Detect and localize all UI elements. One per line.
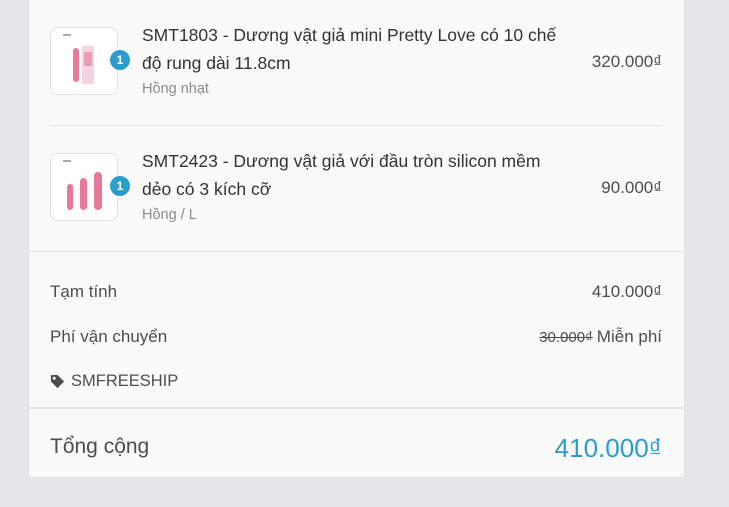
subtotal-value: 410.000₫ [591,282,662,301]
tag-icon [50,374,65,389]
product-item: 1 SMT1803 - Dương vật giả mini Pretty Lo… [50,0,662,125]
product-thumbnail: 1 [50,153,132,221]
product-item: 1 SMT2423 - Dương vật giả với đầu tròn s… [50,125,662,251]
shipping-original-price: 30.000₫ [539,329,593,346]
product-price: 90.000₫ [601,178,662,197]
shipping-value-group: 30.000₫ Miễn phí [539,327,662,347]
order-summary-panel: 1 SMT1803 - Dương vật giả mini Pretty Lo… [28,0,685,478]
total-label: Tổng cộng [50,435,150,458]
subtotal-label: Tạm tính [50,282,118,301]
product-image-icon [63,34,94,84]
product-name: SMT2423 - Dương vật giả với đầu tròn sil… [142,151,541,199]
product-name: SMT1803 - Dương vật giả mini Pretty Love… [142,25,557,73]
price-summary: Tạm tính 410.000₫ Phí vận chuyển 30.000₫… [29,251,684,407]
product-variant: Hồng / L [142,207,197,223]
product-thumbnail: 1 [50,27,132,95]
product-image-icon [63,160,102,210]
quantity-badge: 1 [108,174,132,198]
shipping-label: Phí vận chuyển [50,327,168,346]
discount-code: SMFREESHIP [50,372,178,391]
shipping-value: Miễn phí [596,327,662,346]
total-value: 410.000₫ [554,433,662,463]
product-variant: Hồng nhạt [142,81,209,97]
quantity-badge: 1 [108,48,132,72]
total-row: Tổng cộng 410.000₫ [29,407,684,478]
discount-code-text: SMFREESHIP [71,372,179,390]
product-price: 320.000₫ [591,52,662,71]
product-list: 1 SMT1803 - Dương vật giả mini Pretty Lo… [29,0,684,251]
